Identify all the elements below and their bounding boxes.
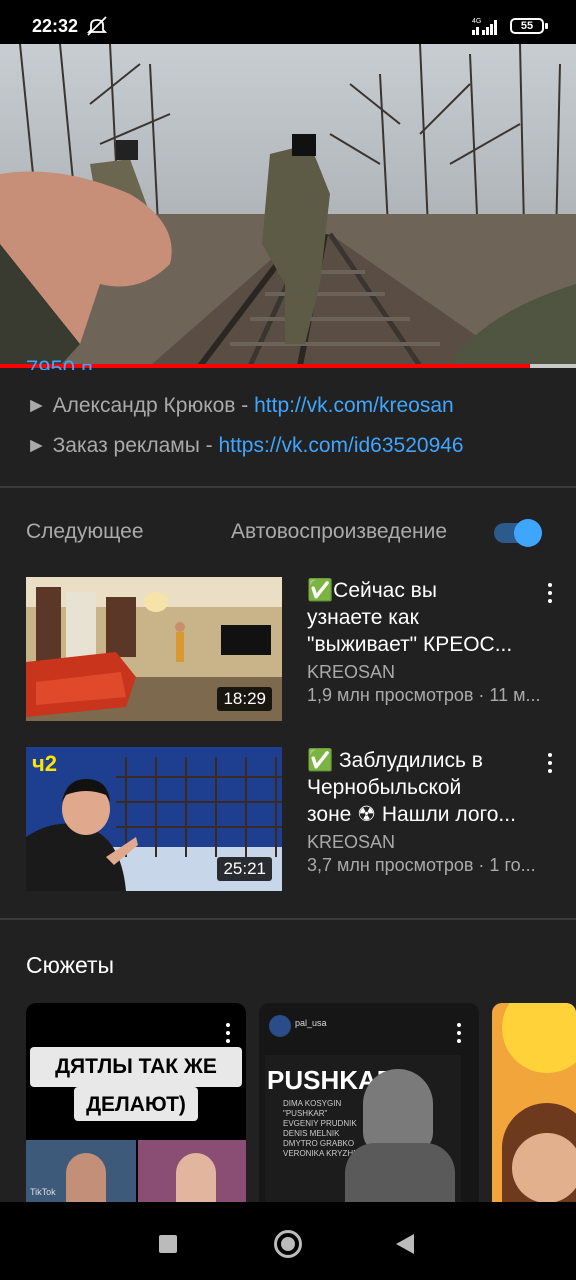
video-title-line: ✅ Заблудились в <box>307 749 483 772</box>
description-line-author: ► Александр Крюков - http://vk.com/kreos… <box>26 391 454 421</box>
poster-person-body <box>345 1143 455 1203</box>
description-label: ► Заказ рекламы - <box>26 434 219 457</box>
poster-person <box>363 1069 433 1153</box>
short-card[interactable] <box>492 1003 576 1203</box>
channel-name: KREOSAN <box>307 662 396 682</box>
short-card[interactable]: pal_usa PUSHKAR DIMA KOSYGIN "PUSHKAR" E… <box>259 1003 479 1203</box>
tiktok-watermark: TikTok <box>30 1187 56 1197</box>
home-button[interactable] <box>274 1230 302 1258</box>
description-cut-text: 7950 п... <box>26 358 146 370</box>
shorts-heading: Сюжеты <box>26 952 115 978</box>
video-title-line: ✅Сейчас вы <box>307 579 437 602</box>
description-label: ► Александр Крюков - <box>26 394 255 417</box>
recents-button[interactable] <box>159 1235 177 1253</box>
video-title[interactable]: ✅Сейчас вы узнаете как "выживает" КРЕОС.… <box>307 577 527 658</box>
video-title-line: узнаете как <box>307 606 419 629</box>
channel-name: KREOSAN <box>307 832 396 852</box>
short-caption: ДЕЛАЮТ) <box>86 1093 186 1116</box>
more-options-icon[interactable] <box>218 1021 238 1045</box>
video-list-item[interactable]: ч2 25:21 ✅ Заблудились в Чернобыльской з… <box>0 747 576 897</box>
video-player[interactable] <box>0 44 576 366</box>
video-stats: 3,7 млн просмотров · 1 го... <box>307 855 536 875</box>
more-options-icon[interactable] <box>449 1021 469 1045</box>
toggle-knob <box>514 519 542 547</box>
battery-level: 55 <box>520 20 534 32</box>
video-title-line: зоне ☢ Нашли лого... <box>307 803 516 826</box>
video-frame <box>0 44 576 366</box>
signal-icon: 4G <box>472 18 497 35</box>
short-face <box>512 1133 576 1203</box>
poster-name: DMYTRO GRABKO <box>283 1139 355 1148</box>
status-time: 22:32 <box>32 16 79 36</box>
more-options-icon[interactable] <box>540 751 560 775</box>
poster-names: DIMA KOSYGIN "PUSHKAR" EVGENIY PRUDNIK D… <box>283 1099 364 1159</box>
autoplay-label: Автовоспроизведение <box>231 520 448 543</box>
video-duration: 25:21 <box>217 857 272 881</box>
short-person <box>176 1153 216 1203</box>
account-name: pal_usa <box>295 1018 327 1028</box>
video-stats: 1,9 млн просмотров · 11 м... <box>307 685 541 705</box>
network-type: 4G <box>472 18 481 25</box>
short-caption: ДЯТЛЫ ТАК ЖЕ <box>55 1055 217 1078</box>
divider <box>0 918 576 920</box>
battery-cap <box>545 23 548 29</box>
poster-name: EVGENIY PRUDNIK <box>283 1119 357 1128</box>
author-link[interactable]: http://vk.com/kreosan <box>254 394 454 417</box>
video-title-line: Чернобыльской <box>307 776 462 799</box>
autoplay-toggle[interactable] <box>494 519 542 547</box>
divider <box>0 486 576 488</box>
poster-name: DENIS MELNIK <box>283 1129 340 1138</box>
video-title[interactable]: ✅ Заблудились в Чернобыльской зоне ☢ Наш… <box>307 747 527 828</box>
description-line-ads: ► Заказ рекламы - https://vk.com/id63520… <box>26 431 464 461</box>
do-not-disturb-icon <box>86 16 108 36</box>
ads-link[interactable]: https://vk.com/id63520946 <box>218 434 463 457</box>
battery-icon: 55 <box>510 18 544 34</box>
account-avatar <box>269 1015 291 1037</box>
video-badge: ч2 <box>32 751 58 776</box>
system-nav-bar <box>0 1202 576 1280</box>
poster-name: DIMA KOSYGIN <box>283 1099 342 1108</box>
video-title-line: "выживает" КРЕОС... <box>307 633 513 656</box>
video-thumbnail[interactable]: 18:29 <box>26 577 282 721</box>
video-duration: 18:29 <box>217 687 272 711</box>
short-person <box>66 1153 106 1203</box>
video-list-item[interactable]: 18:29 ✅Сейчас вы узнаете как "выживает" … <box>0 577 576 727</box>
more-options-icon[interactable] <box>540 581 560 605</box>
poster-name: "PUSHKAR" <box>283 1109 328 1118</box>
short-card[interactable]: ДЯТЛЫ ТАК ЖЕ ДЕЛАЮТ) TikTok <box>26 1003 246 1203</box>
short-sun <box>502 1003 576 1073</box>
status-bar: 22:32 4G 55 <box>0 0 576 44</box>
up-next-label: Следующее <box>26 520 144 543</box>
back-button[interactable] <box>396 1234 414 1254</box>
video-thumbnail[interactable]: ч2 25:21 <box>26 747 282 891</box>
